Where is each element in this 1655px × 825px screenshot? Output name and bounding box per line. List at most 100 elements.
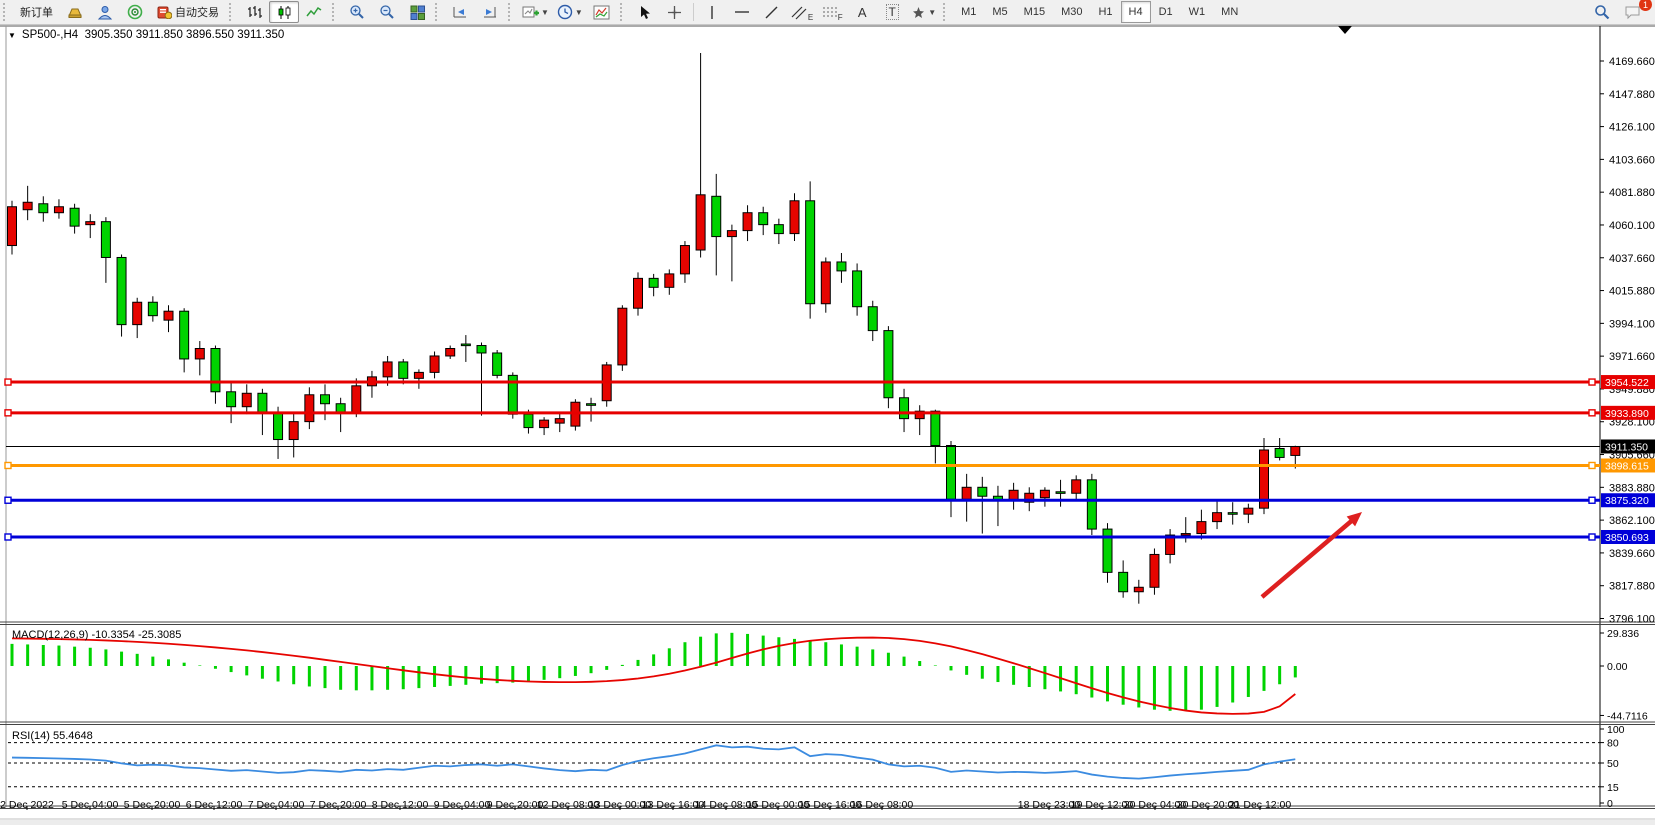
cursor-tool-button[interactable] — [630, 1, 660, 23]
candle-body — [587, 404, 596, 406]
timeframe-W1[interactable]: W1 — [1181, 1, 1214, 23]
line-handle[interactable] — [5, 410, 11, 416]
template-button[interactable] — [587, 1, 617, 23]
timeframe-M15[interactable]: M15 — [1016, 1, 1053, 23]
candle-body — [1181, 534, 1190, 536]
timeframe-H1[interactable]: H1 — [1090, 1, 1120, 23]
candle-body — [195, 349, 204, 359]
auto-trading-button[interactable]: 自动交易 — [150, 1, 226, 23]
line-handle[interactable] — [1589, 497, 1595, 503]
candle-body — [1134, 587, 1143, 591]
chart-shift-button[interactable] — [475, 1, 505, 23]
price-tick-label: 3883.880 — [1609, 482, 1655, 494]
macd-indicator-label: MACD(12,26,9) -10.3354 -25.3085 — [12, 629, 181, 641]
candle-body — [931, 411, 940, 445]
search-button[interactable] — [1587, 1, 1617, 23]
trend-arrow-line[interactable] — [1262, 518, 1354, 597]
candlestick-type-button[interactable] — [269, 1, 299, 23]
candle-body — [321, 395, 330, 404]
candle-body — [837, 262, 846, 271]
new-order-button[interactable]: 新订单 — [13, 1, 60, 23]
timeframe-D1[interactable]: D1 — [1151, 1, 1181, 23]
rsi-axis-label: 100 — [1607, 724, 1625, 736]
line-handle[interactable] — [5, 534, 11, 540]
price-tick-label: 4037.660 — [1609, 253, 1655, 265]
bar-chart-type-button[interactable] — [239, 1, 269, 23]
timeframe-M5[interactable]: M5 — [984, 1, 1015, 23]
candle-body — [884, 331, 893, 398]
candle-body — [1275, 448, 1284, 457]
timeframe-H4[interactable]: H4 — [1121, 1, 1151, 23]
line-handle[interactable] — [5, 497, 11, 503]
search-icon — [1594, 4, 1610, 20]
time-label: 21 Dec 12:00 — [1229, 799, 1292, 811]
chart-profile-icon[interactable] — [60, 1, 90, 23]
chart-shift-triangle[interactable] — [1338, 26, 1352, 34]
cursor-icon — [638, 5, 651, 20]
crosshair-tool-button[interactable] — [660, 1, 690, 23]
zoom-in-button[interactable] — [342, 1, 372, 23]
line-chart-type-button[interactable] — [299, 1, 329, 23]
price-tick-label: 4103.660 — [1609, 154, 1655, 166]
toolbar-grip[interactable] — [3, 3, 10, 21]
line-handle[interactable] — [5, 462, 11, 468]
rsi-axis-label: 15 — [1607, 782, 1619, 794]
candle-body — [227, 392, 236, 407]
chart-shift-icon — [482, 5, 498, 19]
vertical-line-tool-button[interactable] — [697, 1, 727, 23]
new-chart-button[interactable]: ▼ — [518, 1, 553, 23]
auto-scroll-button[interactable] — [445, 1, 475, 23]
horizontal-line-tool-button[interactable] — [727, 1, 757, 23]
toolbar-grip[interactable] — [435, 3, 442, 21]
auto-trading-label: 自动交易 — [175, 4, 219, 20]
zoom-out-button[interactable] — [372, 1, 402, 23]
market-watch-icon[interactable] — [90, 1, 120, 23]
line-handle[interactable] — [1589, 379, 1595, 385]
candle-body — [1228, 513, 1237, 515]
candle-body — [665, 274, 674, 287]
price-tick-label: 4081.880 — [1609, 187, 1655, 199]
line-handle[interactable] — [1589, 410, 1595, 416]
price-badge-label: 3911.350 — [1605, 441, 1648, 453]
toolbar-grip[interactable] — [620, 3, 627, 21]
trendline-tool-button[interactable] — [757, 1, 787, 23]
text-tool-button[interactable]: A — [847, 1, 877, 23]
line-handle[interactable] — [5, 379, 11, 385]
candle-body — [1119, 572, 1128, 591]
candle-body — [540, 420, 549, 427]
trendline-icon — [764, 5, 779, 20]
fibonacci-icon — [822, 5, 838, 19]
toolbar-grip[interactable] — [332, 3, 339, 21]
candle-body — [1213, 513, 1222, 522]
toolbar-grip[interactable] — [229, 3, 236, 21]
line-handle[interactable] — [1589, 534, 1595, 540]
chart-surface[interactable]: 4169.6604147.8804126.1004103.6604081.880… — [0, 25, 1655, 825]
timeframe-M1[interactable]: M1 — [953, 1, 984, 23]
toolbar-grip[interactable] — [943, 3, 950, 21]
fibo-sub-label: F — [838, 13, 843, 22]
caret-down-icon: ▼ — [541, 8, 549, 17]
candle-body — [759, 213, 768, 225]
line-handle[interactable] — [1589, 462, 1595, 468]
channel-tool-button[interactable]: E — [787, 1, 817, 23]
arrows-tool-button[interactable]: ▼ — [907, 1, 940, 23]
text-label-icon: T — [886, 4, 899, 20]
text-label-tool-button[interactable]: T — [877, 1, 907, 23]
timeframe-MN[interactable]: MN — [1213, 1, 1246, 23]
toolbar-grip[interactable] — [508, 3, 515, 21]
fibonacci-tool-button[interactable]: F — [817, 1, 847, 23]
notifications-button[interactable]: 1 — [1617, 1, 1647, 23]
signal-icon[interactable] — [120, 1, 150, 23]
chart-window[interactable]: ▼SP500-,H4 3905.350 3911.850 3896.550 39… — [0, 25, 1655, 825]
line-chart-icon — [306, 5, 322, 19]
price-tick-label: 3817.880 — [1609, 581, 1655, 593]
time-label: 9 Dec 20:00 — [487, 799, 544, 811]
tile-windows-button[interactable] — [402, 1, 432, 23]
caret-down-icon: ▼ — [928, 8, 936, 17]
candlestick-icon — [277, 5, 292, 20]
timeframe-M30[interactable]: M30 — [1053, 1, 1090, 23]
zoom-out-icon — [379, 4, 395, 20]
time-label: 8 Dec 12:00 — [372, 799, 429, 811]
periods-button[interactable]: ▼ — [553, 1, 587, 23]
candle-body — [774, 225, 783, 234]
